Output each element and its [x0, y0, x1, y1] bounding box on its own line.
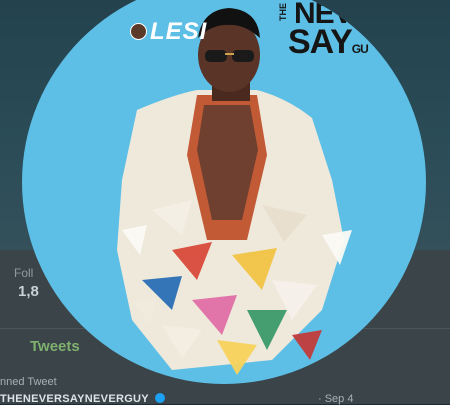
face-icon [130, 23, 147, 40]
logo-left: LESI [130, 18, 207, 46]
pinned-tweet-author[interactable]: THENEVERSAYNEVERGUY [0, 393, 166, 405]
logo-right: THE NEVE SAYGU [277, 0, 373, 61]
pinned-tweet-date: · Sep 4 [318, 393, 354, 405]
author-name: THENEVERSAYNEVERGUY [0, 393, 149, 405]
profile-photo-artwork [117, 8, 352, 375]
verified-badge-icon [155, 393, 166, 403]
profile-photo-enlarged: LESI THE NEVE SAYGU [22, 0, 426, 384]
